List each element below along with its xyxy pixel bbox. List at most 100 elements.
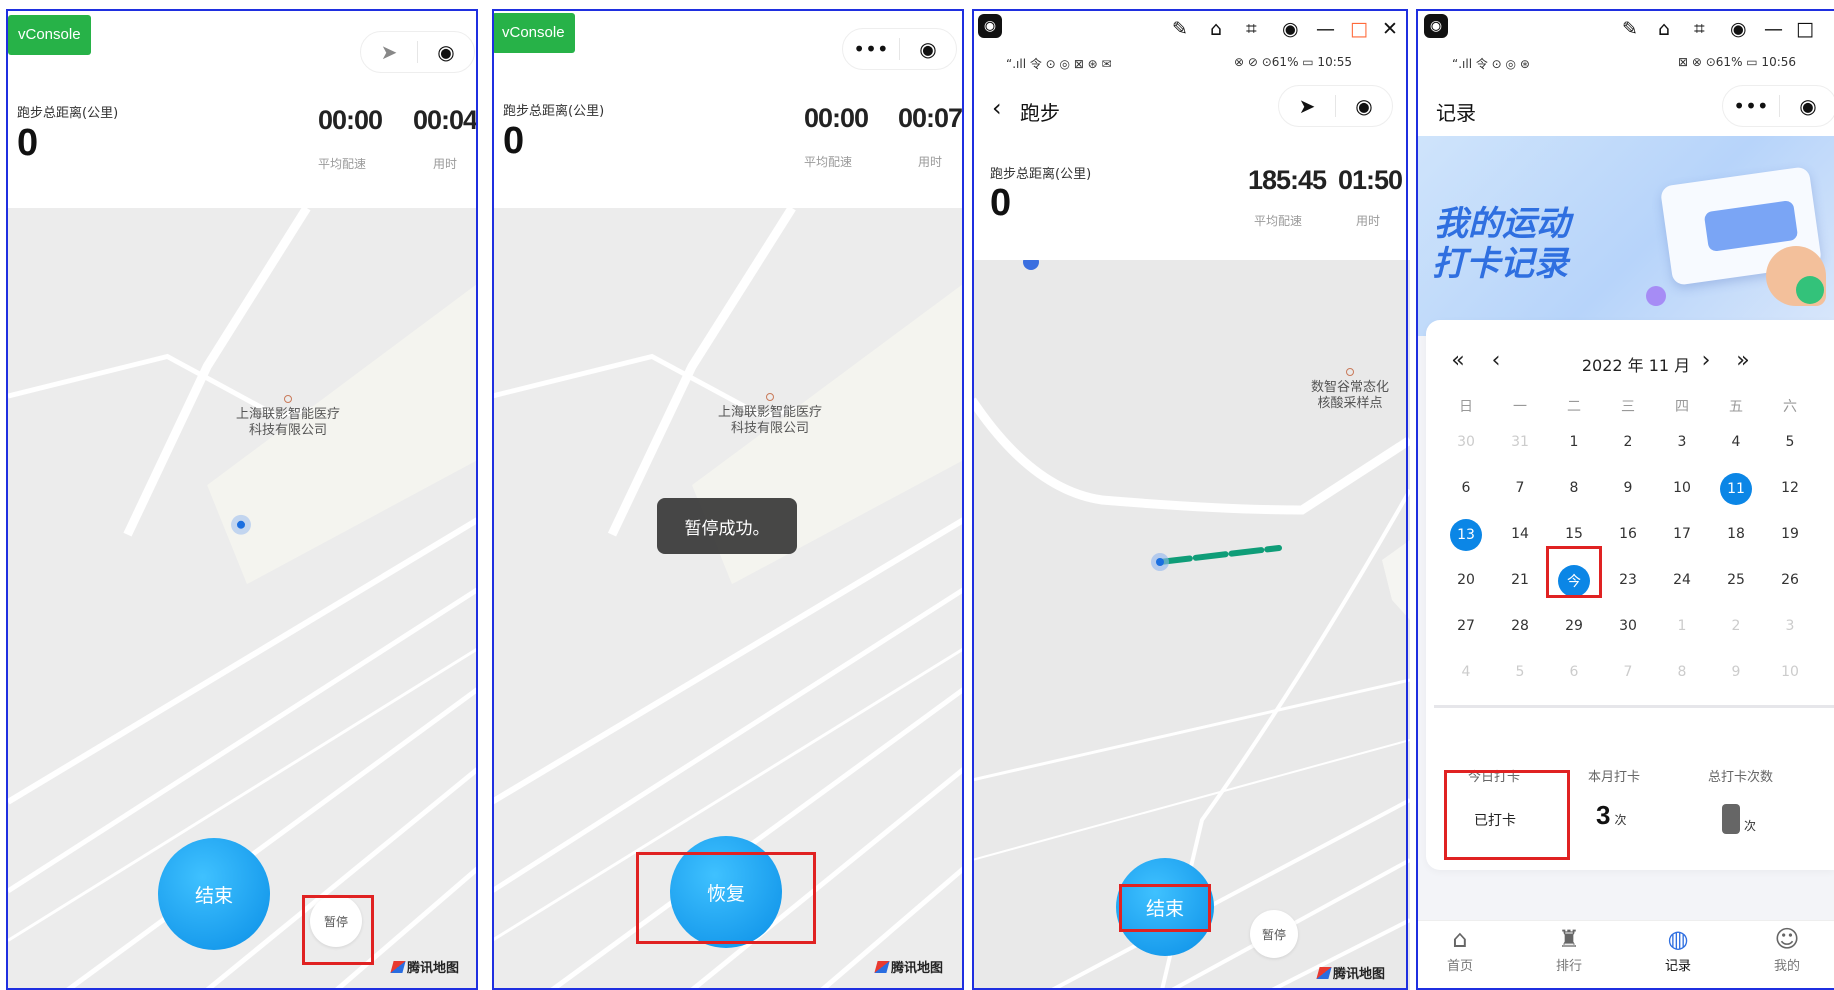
vconsole-button[interactable]: vConsole <box>8 15 91 55</box>
pace-label: 平均配速 <box>804 155 853 169</box>
record-icon[interactable]: ◉ <box>1282 18 1299 40</box>
tab-3[interactable]: ☺ 我的 <box>1757 925 1817 974</box>
calendar-day[interactable]: 25 <box>1716 572 1756 588</box>
calendar-day[interactable]: 12 <box>1770 480 1810 496</box>
map-poi[interactable]: 上海联影智能医疗 科技有限公司 <box>700 393 840 437</box>
calendar-day[interactable]: 1 <box>1554 434 1594 450</box>
calendar-day[interactable]: 19 <box>1770 526 1810 542</box>
toast-message: 暂停成功。 <box>657 498 797 554</box>
distance-label: 跑步总距离(公里) <box>17 106 119 121</box>
calendar-day[interactable]: 10 <box>1770 664 1810 680</box>
tab-1[interactable]: ♜ 排行 <box>1539 925 1599 974</box>
tab-0[interactable]: ⌂ 首页 <box>1430 925 1490 974</box>
poi-line-1: 数智谷常态化 <box>1310 380 1389 395</box>
calendar-day[interactable]: 8 <box>1554 480 1594 496</box>
next-year-button[interactable]: » <box>1723 348 1763 373</box>
location-arrow-icon[interactable]: ➤ <box>1279 86 1335 126</box>
calendar-day[interactable]: 16 <box>1608 526 1648 542</box>
calendar-day[interactable]: 4 <box>1446 664 1486 680</box>
tab-2[interactable]: ◍ 记录 <box>1648 925 1708 974</box>
calendar-day[interactable]: 2 <box>1608 434 1648 450</box>
camera-icon[interactable]: ◉ <box>978 14 1002 38</box>
month-value-row: 3 次 <box>1596 800 1626 831</box>
calendar-day[interactable]: 9 <box>1716 664 1756 680</box>
map-poi[interactable]: 上海联影智能医疗 科技有限公司 <box>218 395 358 439</box>
calendar-day[interactable]: 20 <box>1446 572 1486 588</box>
brush-icon[interactable]: ✎ <box>1622 18 1638 40</box>
calendar-day[interactable]: 26 <box>1770 572 1810 588</box>
record-target-icon[interactable]: ◉ <box>1780 86 1834 126</box>
pin-icon[interactable]: ⌂ <box>1658 18 1670 40</box>
calendar-day[interactable]: 14 <box>1500 526 1540 542</box>
calendar-day[interactable]: 17 <box>1662 526 1702 542</box>
calendar-day[interactable]: 15 <box>1554 526 1594 542</box>
calendar-day[interactable]: 7 <box>1608 664 1648 680</box>
map-logo-text: 腾讯地图 <box>891 960 944 975</box>
vconsole-button[interactable]: vConsole <box>492 13 575 53</box>
calendar-day-checked[interactable]: 13 <box>1450 519 1482 551</box>
prev-month-button[interactable]: ‹ <box>1476 348 1516 373</box>
calendar-day[interactable]: 18 <box>1716 526 1756 542</box>
calendar-day[interactable]: 7 <box>1500 480 1540 496</box>
maximize-icon[interactable]: □ <box>1796 18 1814 40</box>
status-bar-right: ⊗ ⊘ ⊙61% ▭ 10:55 <box>1234 55 1353 69</box>
calendar-day[interactable]: 30 <box>1608 618 1648 634</box>
records-banner: 我的运动 打卡记录 <box>1416 136 1834 336</box>
profile-icon: ☺ <box>1774 925 1800 953</box>
record-target-icon[interactable]: ◉ <box>1336 86 1392 126</box>
calendar-day[interactable]: 29 <box>1554 618 1594 634</box>
total-label: 总打卡次数 <box>1708 770 1774 785</box>
maximize-icon[interactable]: □ <box>1350 18 1368 40</box>
calendar-day[interactable]: 5 <box>1770 434 1810 450</box>
crop-icon[interactable]: ⌗ <box>1246 18 1257 40</box>
calendar-day[interactable]: 8 <box>1662 664 1702 680</box>
poi-line-2: 科技有限公司 <box>248 423 327 438</box>
end-button[interactable]: 结束 <box>158 838 270 950</box>
calendar-day[interactable]: 6 <box>1554 664 1594 680</box>
location-arrow-icon[interactable]: ➤ <box>361 32 417 72</box>
camera-icon[interactable]: ◉ <box>1424 14 1448 38</box>
minimize-icon[interactable]: — <box>1764 18 1783 40</box>
prev-year-button[interactable]: « <box>1438 348 1478 373</box>
minimize-icon[interactable]: — <box>1316 18 1335 40</box>
calendar-day[interactable]: 3 <box>1770 618 1810 634</box>
calendar-day[interactable]: 3 <box>1662 434 1702 450</box>
weekday-header: 四 <box>1675 399 1689 415</box>
distance-value: 0 <box>17 122 39 164</box>
record-icon[interactable]: ◉ <box>1730 18 1747 40</box>
screen-records: ◉ ✎ ⌂ ⌗ ◉ — □ “.ıll 令 ⊙ ◎ ⊛ ⊠ ⊗ ⊙61% ▭ 1… <box>1416 0 1834 990</box>
record-target-icon[interactable]: ◉ <box>418 32 474 72</box>
highlight-today-date <box>1546 546 1602 598</box>
calendar-day[interactable]: 28 <box>1500 618 1540 634</box>
calendar-day[interactable]: 10 <box>1662 480 1702 496</box>
tab-label: 排行 <box>1555 959 1582 974</box>
calendar-day[interactable]: 27 <box>1446 618 1486 634</box>
calendar-day[interactable]: 9 <box>1608 480 1648 496</box>
record-target-icon[interactable]: ◉ <box>900 29 956 69</box>
calendar-day[interactable]: 4 <box>1716 434 1756 450</box>
pin-icon[interactable]: ⌂ <box>1210 18 1222 40</box>
calendar-day[interactable]: 31 <box>1500 434 1540 450</box>
map-logo-text: 腾讯地图 <box>1333 966 1386 981</box>
crop-icon[interactable]: ⌗ <box>1694 18 1705 40</box>
brush-icon[interactable]: ✎ <box>1172 18 1188 40</box>
calendar-day[interactable]: 6 <box>1446 480 1486 496</box>
pause-button[interactable]: 暂停 <box>1250 910 1298 958</box>
map-poi[interactable]: 数智谷常态化 核酸采样点 <box>1290 368 1410 412</box>
more-dots-icon[interactable]: ••• <box>1723 86 1779 126</box>
calendar-day[interactable]: 30 <box>1446 434 1486 450</box>
close-icon[interactable]: ✕ <box>1382 18 1398 40</box>
more-dots-icon[interactable]: ••• <box>843 29 899 69</box>
calendar-day[interactable]: 5 <box>1500 664 1540 680</box>
calendar-day-checked[interactable]: 11 <box>1720 473 1752 505</box>
calendar-day[interactable]: 2 <box>1716 618 1756 634</box>
screen-running-device: ◉ ✎ ⌂ ⌗ ◉ — □ ✕ “.ıll 令 ⊙ ◎ ⊠ ⊛ ✉ ⊗ ⊘ ⊙6… <box>972 0 1410 990</box>
calendar-day[interactable]: 1 <box>1662 618 1702 634</box>
tencent-map-mark-icon <box>874 960 890 973</box>
calendar-day[interactable]: 21 <box>1500 572 1540 588</box>
calendar-day[interactable]: 23 <box>1608 572 1648 588</box>
calendar-day[interactable]: 24 <box>1662 572 1702 588</box>
back-chevron-icon[interactable]: ‹ <box>992 94 1002 122</box>
weekday-header: 一 <box>1513 399 1527 415</box>
next-month-button[interactable]: › <box>1686 348 1726 373</box>
